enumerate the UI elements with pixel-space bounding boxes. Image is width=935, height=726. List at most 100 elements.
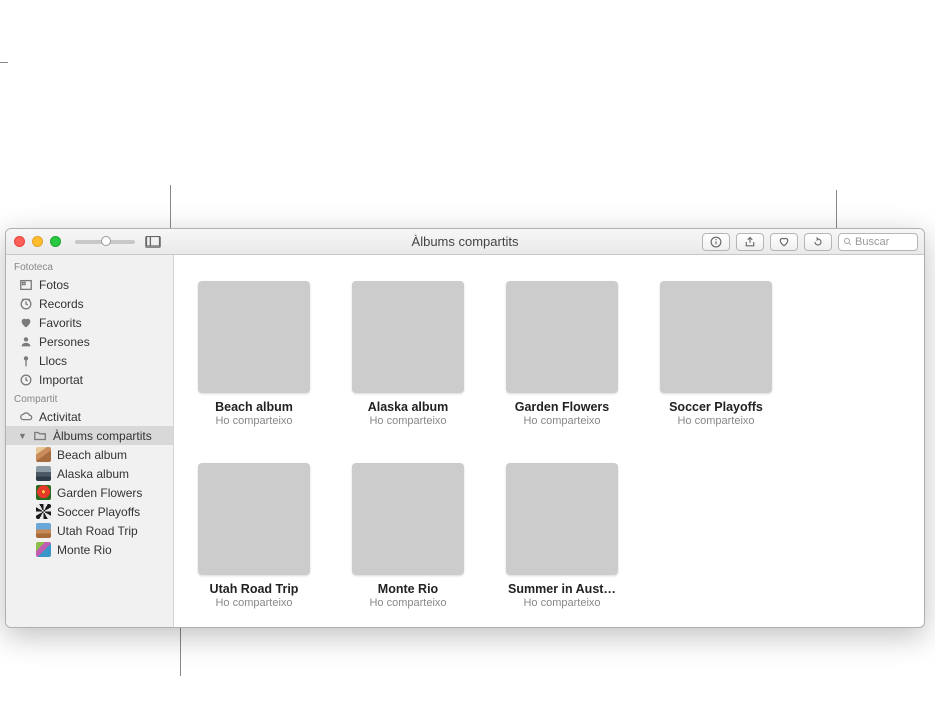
album-cover-icon bbox=[506, 281, 618, 393]
album-alaska[interactable]: Alaska album Ho comparteixo bbox=[352, 281, 464, 427]
sidebar-section-library: Fototeca bbox=[6, 257, 173, 275]
search-input[interactable]: Buscar bbox=[838, 233, 918, 251]
people-icon bbox=[18, 334, 33, 349]
sidebar-item-people[interactable]: Persones bbox=[6, 332, 173, 351]
sidebar-item-label: Àlbums compartits bbox=[53, 429, 152, 443]
sidebar-item-photos[interactable]: Fotos bbox=[6, 275, 173, 294]
window-controls bbox=[14, 236, 61, 247]
sidebar: Fototeca Fotos Records Favorits Persones bbox=[6, 255, 174, 627]
album-name: Garden Flowers bbox=[515, 400, 609, 414]
chevron-down-icon[interactable]: ▼ bbox=[18, 431, 26, 441]
page-canvas: Àlbums compartits Buscar bbox=[0, 0, 935, 726]
sidebar-item-places[interactable]: Llocs bbox=[6, 351, 173, 370]
album-name: Alaska album bbox=[368, 400, 449, 414]
album-cover-icon bbox=[352, 281, 464, 393]
rotate-button[interactable] bbox=[804, 233, 832, 251]
sidebar-album-flowers[interactable]: Garden Flowers bbox=[6, 483, 173, 502]
sidebar-item-imports[interactable]: Importat bbox=[6, 370, 173, 389]
album-subtitle: Ho comparteixo bbox=[677, 415, 754, 427]
window-body: Fototeca Fotos Records Favorits Persones bbox=[6, 255, 924, 627]
search-icon bbox=[843, 237, 852, 246]
sidebar-item-label: Soccer Playoffs bbox=[57, 505, 140, 519]
sidebar-album-alaska[interactable]: Alaska album bbox=[6, 464, 173, 483]
album-thumb-icon bbox=[36, 504, 51, 519]
sidebar-item-label: Records bbox=[39, 297, 84, 311]
album-cover-icon bbox=[660, 281, 772, 393]
sidebar-album-beach[interactable]: Beach album bbox=[6, 445, 173, 464]
album-thumb-icon bbox=[36, 523, 51, 538]
album-monterio[interactable]: Monte Rio Ho comparteixo bbox=[352, 463, 464, 609]
sidebar-item-label: Persones bbox=[39, 335, 90, 349]
sidebar-item-label: Favorits bbox=[39, 316, 82, 330]
sidebar-item-favorites[interactable]: Favorits bbox=[6, 313, 173, 332]
sidebar-item-label: Importat bbox=[39, 373, 83, 387]
toolbar-right: Buscar bbox=[702, 233, 918, 251]
album-subtitle: Ho comparteixo bbox=[369, 597, 446, 609]
sidebar-album-monterio[interactable]: Monte Rio bbox=[6, 540, 173, 559]
heart-icon bbox=[18, 315, 33, 330]
sidebar-album-soccer[interactable]: Soccer Playoffs bbox=[6, 502, 173, 521]
sidebar-album-utah[interactable]: Utah Road Trip bbox=[6, 521, 173, 540]
sidebar-item-label: Fotos bbox=[39, 278, 69, 292]
album-summer[interactable]: Summer in Aust… Ho comparteixo bbox=[506, 463, 618, 609]
zoom-button[interactable] bbox=[50, 236, 61, 247]
main-content: Beach album Ho comparteixo Alaska album … bbox=[174, 255, 924, 627]
search-placeholder: Buscar bbox=[855, 236, 889, 248]
album-subtitle: Ho comparteixo bbox=[523, 597, 600, 609]
thumbnail-zoom-slider[interactable] bbox=[75, 240, 135, 244]
sidebar-item-activity[interactable]: Activitat bbox=[6, 407, 173, 426]
sidebar-item-label: Utah Road Trip bbox=[57, 524, 138, 538]
sidebar-item-label: Garden Flowers bbox=[57, 486, 142, 500]
album-thumb-icon bbox=[36, 466, 51, 481]
info-button[interactable] bbox=[702, 233, 730, 251]
album-cover-icon bbox=[506, 463, 618, 575]
sidebar-item-shared-albums[interactable]: ▼ Àlbums compartits bbox=[6, 426, 173, 445]
album-cover-icon bbox=[352, 463, 464, 575]
sidebar-section-shared: Compartit bbox=[6, 389, 173, 407]
pin-icon bbox=[18, 353, 33, 368]
album-name: Beach album bbox=[215, 400, 293, 414]
album-cover-icon bbox=[198, 281, 310, 393]
album-cover-icon bbox=[198, 463, 310, 575]
favorite-button[interactable] bbox=[770, 233, 798, 251]
sidebar-toggle-icon[interactable] bbox=[145, 236, 161, 248]
album-beach[interactable]: Beach album Ho comparteixo bbox=[198, 281, 310, 427]
clock-icon bbox=[18, 372, 33, 387]
callout-line bbox=[0, 62, 8, 63]
album-subtitle: Ho comparteixo bbox=[523, 415, 600, 427]
album-subtitle: Ho comparteixo bbox=[369, 415, 446, 427]
slider-knob[interactable] bbox=[101, 236, 111, 246]
folder-icon bbox=[32, 428, 47, 443]
share-button[interactable] bbox=[736, 233, 764, 251]
sidebar-item-label: Monte Rio bbox=[57, 543, 112, 557]
album-name: Soccer Playoffs bbox=[669, 400, 763, 414]
album-thumb-icon bbox=[36, 447, 51, 462]
album-thumb-icon bbox=[36, 542, 51, 557]
album-grid: Beach album Ho comparteixo Alaska album … bbox=[198, 281, 900, 609]
sidebar-item-label: Activitat bbox=[39, 410, 81, 424]
album-name: Monte Rio bbox=[378, 582, 438, 596]
minimize-button[interactable] bbox=[32, 236, 43, 247]
close-button[interactable] bbox=[14, 236, 25, 247]
share-icon bbox=[744, 236, 756, 248]
sidebar-item-label: Alaska album bbox=[57, 467, 129, 481]
heart-icon bbox=[778, 236, 790, 248]
sidebar-item-label: Beach album bbox=[57, 448, 127, 462]
cloud-icon bbox=[18, 409, 33, 424]
album-subtitle: Ho comparteixo bbox=[215, 597, 292, 609]
photos-app-window: Àlbums compartits Buscar bbox=[5, 228, 925, 628]
memories-icon bbox=[18, 296, 33, 311]
rotate-icon bbox=[812, 236, 824, 248]
titlebar: Àlbums compartits Buscar bbox=[6, 229, 924, 255]
photos-icon bbox=[18, 277, 33, 292]
album-name: Summer in Aust… bbox=[508, 582, 616, 596]
album-soccer[interactable]: Soccer Playoffs Ho comparteixo bbox=[660, 281, 772, 427]
sidebar-item-label: Llocs bbox=[39, 354, 67, 368]
album-utah[interactable]: Utah Road Trip Ho comparteixo bbox=[198, 463, 310, 609]
album-name: Utah Road Trip bbox=[210, 582, 299, 596]
album-subtitle: Ho comparteixo bbox=[215, 415, 292, 427]
album-flowers[interactable]: Garden Flowers Ho comparteixo bbox=[506, 281, 618, 427]
album-thumb-icon bbox=[36, 485, 51, 500]
info-icon bbox=[710, 236, 722, 248]
sidebar-item-memories[interactable]: Records bbox=[6, 294, 173, 313]
